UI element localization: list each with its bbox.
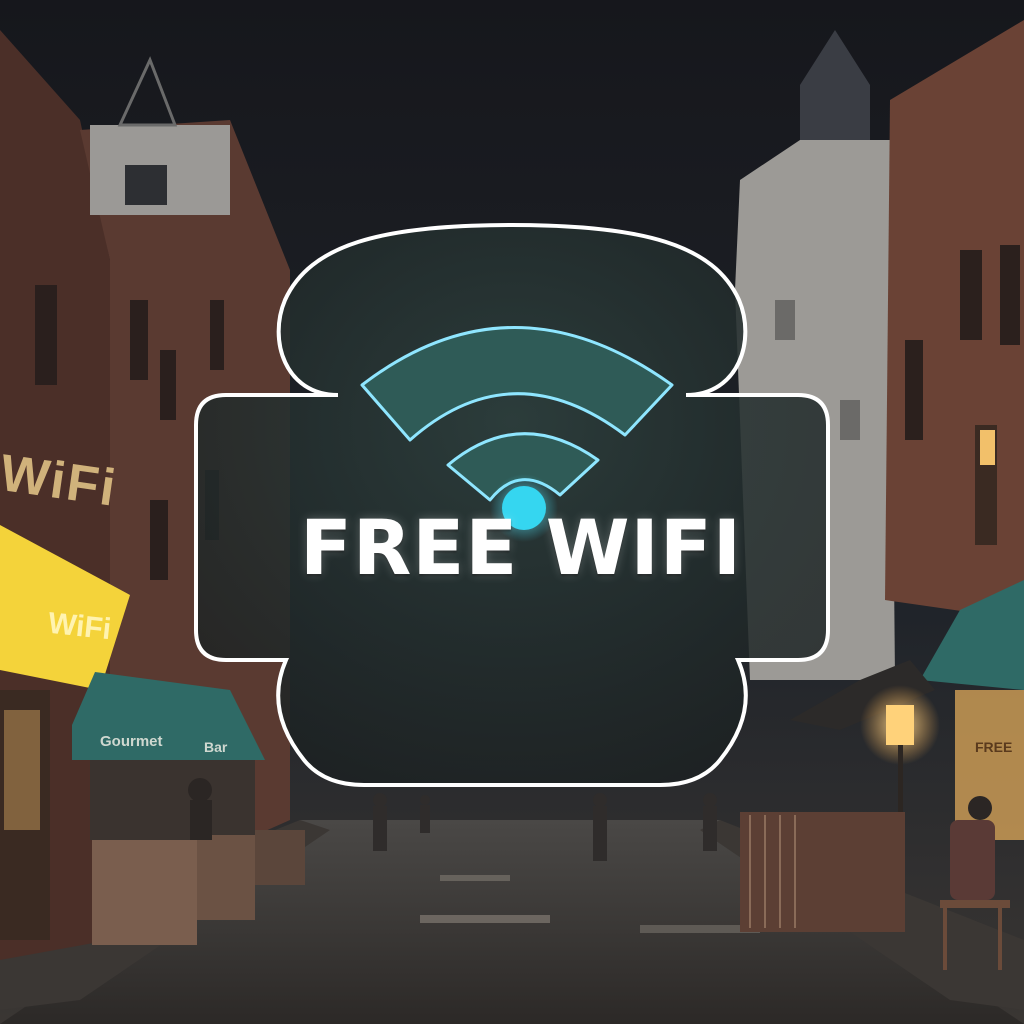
right-cafe-sign: FREE — [975, 739, 1013, 755]
left-awning-sign: Gourmet — [100, 733, 163, 750]
left-planter — [92, 840, 197, 945]
street-scene: FREE WIFI WiFi WiFi Gourmet Bar FREE — [0, 0, 1024, 1024]
free-wifi-headline: FREE WIFI — [299, 503, 743, 592]
right-cafe-window — [955, 690, 1024, 840]
cafe-chair — [940, 900, 1010, 908]
road-marking — [440, 875, 510, 881]
left-awning-sign-small: Bar — [204, 739, 228, 755]
left-cafe-front — [90, 760, 255, 840]
road-marking — [420, 915, 550, 923]
seated-person — [950, 820, 995, 900]
yellow-banner-wifi-text: WiFi — [46, 606, 113, 647]
street-lamp — [886, 705, 914, 745]
left-planter — [197, 835, 255, 920]
cafe-table — [255, 830, 305, 885]
